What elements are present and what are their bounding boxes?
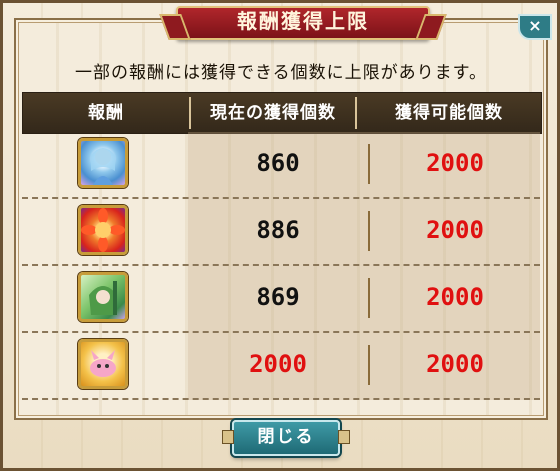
row-separator: [22, 398, 540, 400]
max-count: 2000: [426, 350, 484, 378]
max-count: 2000: [426, 283, 484, 311]
table-header: 報酬 現在の獲得個数 獲得可能個数: [22, 92, 542, 134]
max-count: 2000: [426, 216, 484, 244]
green-hooded-character-card-icon: [78, 272, 128, 322]
reward-limit-table: 報酬 現在の獲得個数 獲得可能個数 860 2000 886 2000 869 …: [22, 92, 542, 400]
max-count: 2000: [426, 149, 484, 177]
limit-notice-text: 一部の報酬には獲得できる個数に上限があります。: [75, 63, 487, 83]
table-row: 860 2000: [22, 132, 540, 199]
red-flower-character-card-icon: [78, 205, 128, 255]
table-row: 886 2000: [22, 199, 540, 266]
close-x-icon[interactable]: ×: [518, 14, 552, 40]
header-reward: 報酬: [88, 103, 124, 123]
reward-limit-dialog: 報酬獲得上限 × 一部の報酬には獲得できる個数に上限があります。 報酬 現在の獲…: [0, 0, 560, 471]
table-row: 2000 2000: [22, 333, 540, 400]
table-row: 869 2000: [22, 266, 540, 333]
dialog-title: 報酬獲得上限: [176, 6, 430, 40]
close-button[interactable]: 閉じる: [222, 420, 350, 456]
pink-creature-card-icon: [78, 339, 128, 389]
header-max-count: 獲得可能個数: [395, 103, 503, 123]
blue-haired-character-card-icon: [78, 138, 128, 188]
current-count: 869: [256, 283, 300, 311]
header-current-count: 現在の獲得個数: [210, 103, 336, 123]
dialog-panel: 報酬獲得上限 × 一部の報酬には獲得できる個数に上限があります。 報酬 現在の獲…: [14, 6, 552, 420]
current-count: 886: [256, 216, 300, 244]
current-count: 860: [256, 149, 300, 177]
current-count: 2000: [249, 350, 307, 378]
